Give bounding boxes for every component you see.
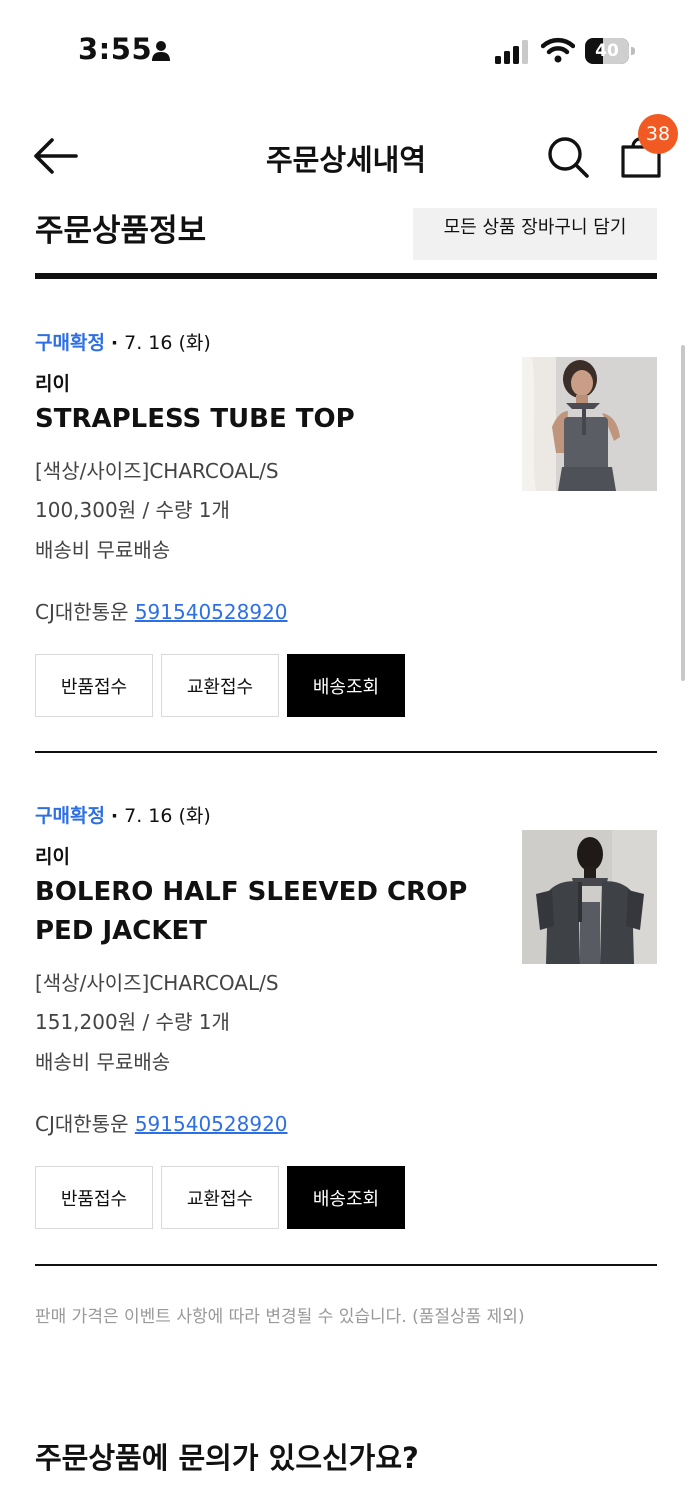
product-name[interactable]: STRAPLESS TUBE TOP: [35, 400, 485, 439]
product-image[interactable]: [522, 830, 657, 964]
item-status-line: 구매확정 · 7. 16 (화): [35, 328, 211, 355]
section-title: 주문상품정보: [35, 213, 207, 249]
shipping-fee: 배송비 무료배송: [35, 538, 171, 562]
product-photo: [522, 357, 657, 491]
item-status-line: 구매확정 · 7. 16 (화): [35, 801, 211, 828]
tracking-number-link[interactable]: 591540528920: [135, 1112, 288, 1136]
cellular-signal-icon: [495, 40, 528, 64]
product-photo: [522, 830, 657, 964]
product-image[interactable]: [522, 357, 657, 491]
product-name[interactable]: BOLERO HALF SLEEVED CROPPED JACKET: [35, 873, 485, 951]
inquiry-heading: 주문상품에 문의가 있으신가요?: [35, 1441, 419, 1475]
order-item: 구매확정 · 7. 16 (화) 리이 BOLERO HALF SLEEVED CR…: [35, 801, 657, 1266]
courier-info: CJ대한통운 591540528920: [35, 596, 288, 625]
track-delivery-button[interactable]: 배송조회: [287, 1166, 405, 1229]
tracking-number-link[interactable]: 591540528920: [135, 600, 288, 624]
courier-info: CJ대한통운 591540528920: [35, 1108, 288, 1137]
return-request-button[interactable]: 반품접수: [35, 654, 153, 717]
battery-level-text: 40: [595, 41, 619, 61]
cart-count-badge: 38: [638, 114, 678, 154]
battery-cap: [631, 47, 635, 55]
price-quantity: 100,300원 / 수량 1개: [35, 498, 230, 522]
track-delivery-button[interactable]: 배송조회: [287, 654, 405, 717]
scrollbar[interactable]: [681, 345, 685, 681]
order-date: 7. 16 (화): [124, 805, 211, 827]
courier-name: CJ대한통운: [35, 600, 129, 624]
status-separator: ·: [110, 805, 119, 827]
person-icon: [152, 41, 170, 61]
order-date: 7. 16 (화): [124, 332, 211, 354]
item-divider: [35, 1264, 657, 1266]
exchange-request-button[interactable]: 교환접수: [161, 1166, 279, 1229]
search-icon[interactable]: [545, 134, 591, 180]
brand-name[interactable]: 리이: [35, 369, 70, 396]
return-request-button[interactable]: 반품접수: [35, 1166, 153, 1229]
purchase-status: 구매확정: [35, 805, 105, 827]
status-time: 3:55: [78, 32, 153, 66]
exchange-request-button[interactable]: 교환접수: [161, 654, 279, 717]
product-option: [색상/사이즈]CHARCOAL/S: [35, 971, 279, 995]
battery-icon: 40: [585, 38, 629, 64]
price-quantity: 151,200원 / 수량 1개: [35, 1010, 230, 1034]
product-option: [색상/사이즈]CHARCOAL/S: [35, 459, 279, 483]
section-divider: [35, 273, 657, 279]
brand-name[interactable]: 리이: [35, 842, 70, 869]
shipping-fee: 배송비 무료배송: [35, 1050, 171, 1074]
wifi-icon: [541, 37, 575, 63]
battery-indicator: 40: [585, 38, 637, 64]
price-notice: 판매 가격은 이벤트 사항에 따라 변경될 수 있습니다. (품절상품 제외): [35, 1307, 525, 1327]
purchase-status: 구매확정: [35, 332, 105, 354]
add-all-to-cart-button[interactable]: 모든 상품 장바구니 담기: [413, 208, 657, 260]
item-divider: [35, 751, 657, 753]
order-item: 구매확정 · 7. 16 (화) 리이 STRAPLESS TUBE TOP [색상…: [35, 328, 657, 788]
status-separator: ·: [110, 332, 119, 354]
courier-name: CJ대한통운: [35, 1112, 129, 1136]
